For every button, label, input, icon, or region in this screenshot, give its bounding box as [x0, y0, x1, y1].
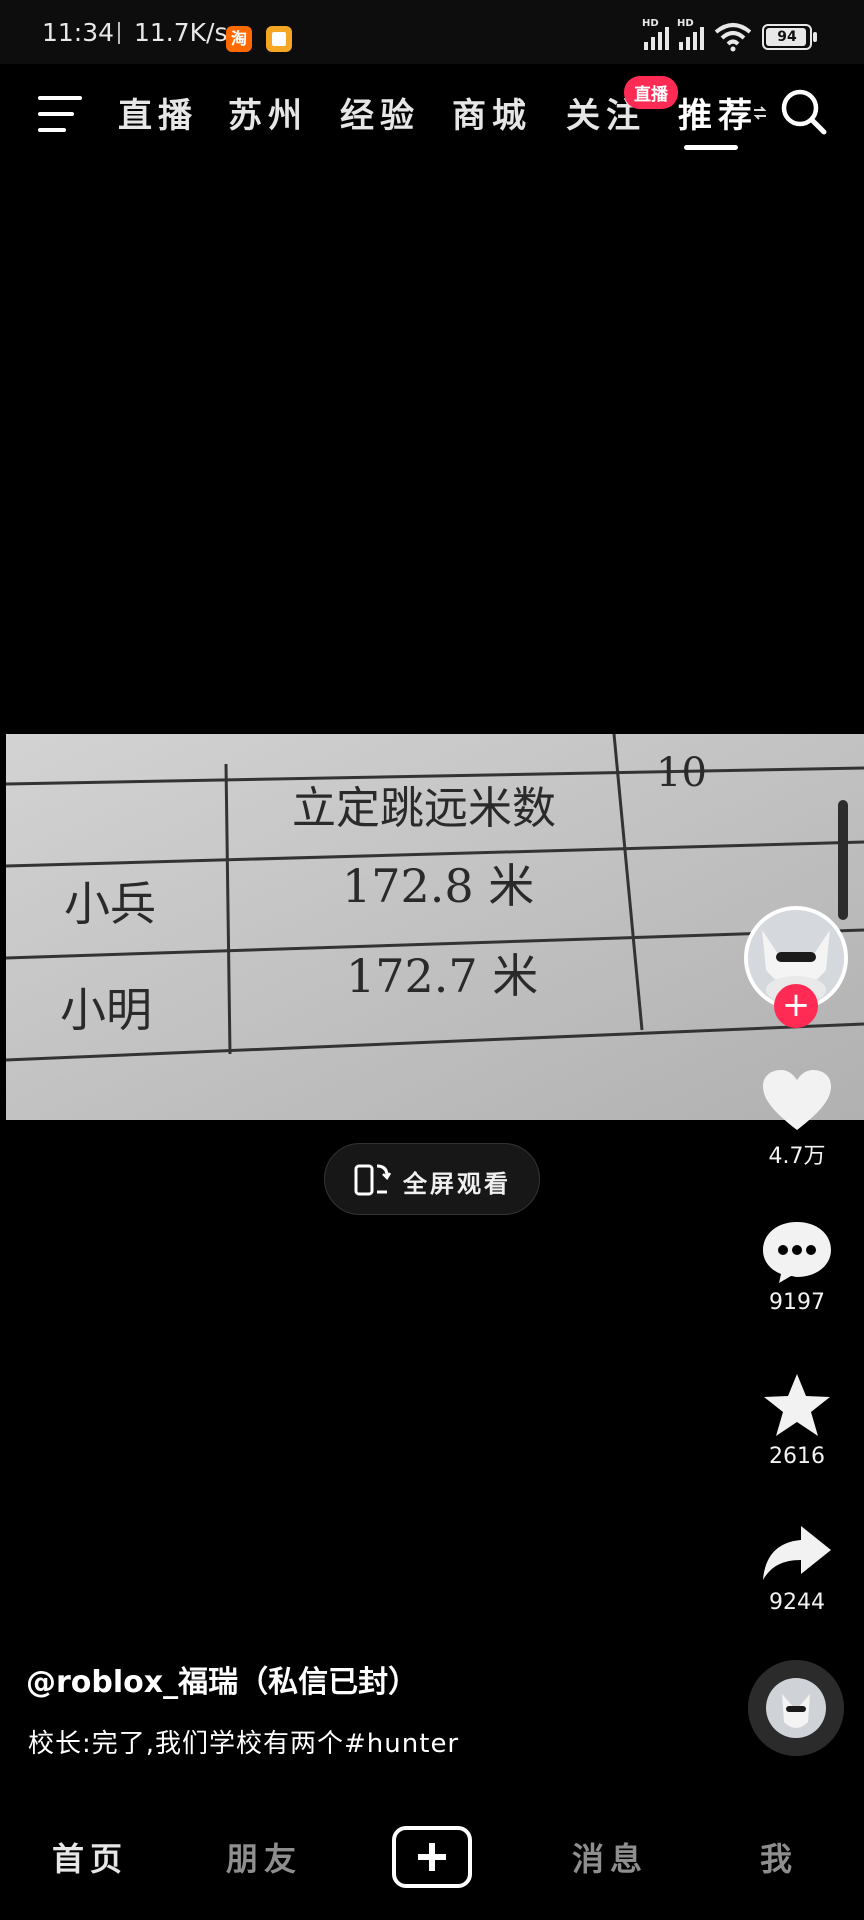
cell-signal-icon-2: HD [677, 18, 704, 50]
tab-mall[interactable]: 商城 [452, 88, 532, 137]
music-disc[interactable] [748, 1660, 844, 1756]
nav-friends[interactable]: 朋友 [226, 1834, 302, 1880]
fullscreen-button[interactable]: 全屏观看 [324, 1143, 540, 1215]
notes-app-icon [266, 26, 292, 52]
video-frame[interactable]: 立定跳远米数 10 小兵 172.8 米 小明 172.7 米 [6, 734, 864, 1120]
star-icon [764, 1374, 830, 1436]
favorite-count: 2616 [769, 1444, 825, 1469]
table-side-digits: 10 [656, 750, 707, 796]
follow-button[interactable]: + [774, 984, 818, 1028]
tab-experience[interactable]: 经验 [340, 88, 420, 137]
active-tab-indicator [684, 145, 738, 150]
top-navigation: 直播 苏州 经验 商城 关注 直播 推荐 [0, 64, 864, 160]
status-bar: 11:34 11.7K/s 淘 HD HD 94 [0, 0, 864, 64]
scrollbar[interactable] [838, 800, 848, 920]
status-separator [118, 22, 120, 44]
row-value-2: 172.7 米 [346, 949, 539, 1003]
tab-suzhou[interactable]: 苏州 [228, 88, 308, 137]
plus-icon [418, 1843, 446, 1871]
author-name[interactable]: @roblox_福瑞（私信已封） [26, 1657, 418, 1701]
video-caption[interactable]: 校长:完了,我们学校有两个#hunter [28, 1723, 459, 1760]
create-button[interactable] [392, 1826, 472, 1888]
favorite-action[interactable]: 2616 [756, 1372, 838, 1469]
search-icon[interactable] [780, 88, 828, 136]
comment-icon [763, 1222, 831, 1283]
row-name-2: 小明 [60, 983, 152, 1037]
cell-signal-icon: HD [642, 18, 669, 50]
table-header: 立定跳远米数 [292, 783, 556, 834]
like-action[interactable]: 4.7万 [756, 1068, 838, 1170]
heart-icon [763, 1070, 831, 1130]
battery-indicator: 94 [762, 24, 817, 50]
share-count: 9244 [769, 1590, 825, 1615]
network-speed: 11.7K/s [134, 18, 228, 47]
swap-arrows-icon [753, 106, 767, 120]
wifi-icon [714, 23, 752, 52]
live-badge: 直播 [624, 76, 678, 109]
comment-count: 9197 [769, 1290, 825, 1315]
share-icon [763, 1526, 831, 1580]
menu-icon[interactable] [38, 94, 84, 134]
nav-me[interactable]: 我 [760, 1834, 798, 1880]
tab-live[interactable]: 直播 [118, 88, 198, 137]
rotate-phone-icon [354, 1164, 392, 1196]
taobao-icon: 淘 [226, 26, 252, 52]
row-name-1: 小兵 [64, 877, 156, 931]
share-action[interactable]: 9244 [756, 1524, 838, 1615]
row-value-1: 172.8 米 [342, 859, 535, 913]
status-indicators: HD HD 94 [642, 18, 817, 52]
comment-action[interactable]: 9197 [756, 1220, 838, 1315]
like-count: 4.7万 [768, 1144, 826, 1169]
status-time: 11:34 [42, 18, 115, 47]
fullscreen-label: 全屏观看 [403, 1170, 511, 1198]
nav-home[interactable]: 首页 [52, 1834, 128, 1880]
bottom-navigation: 首页 朋友 消息 我 [0, 1802, 864, 1920]
tab-recommend[interactable]: 推荐 [678, 88, 758, 137]
music-disc-image [748, 1660, 844, 1756]
nav-messages[interactable]: 消息 [572, 1834, 648, 1880]
